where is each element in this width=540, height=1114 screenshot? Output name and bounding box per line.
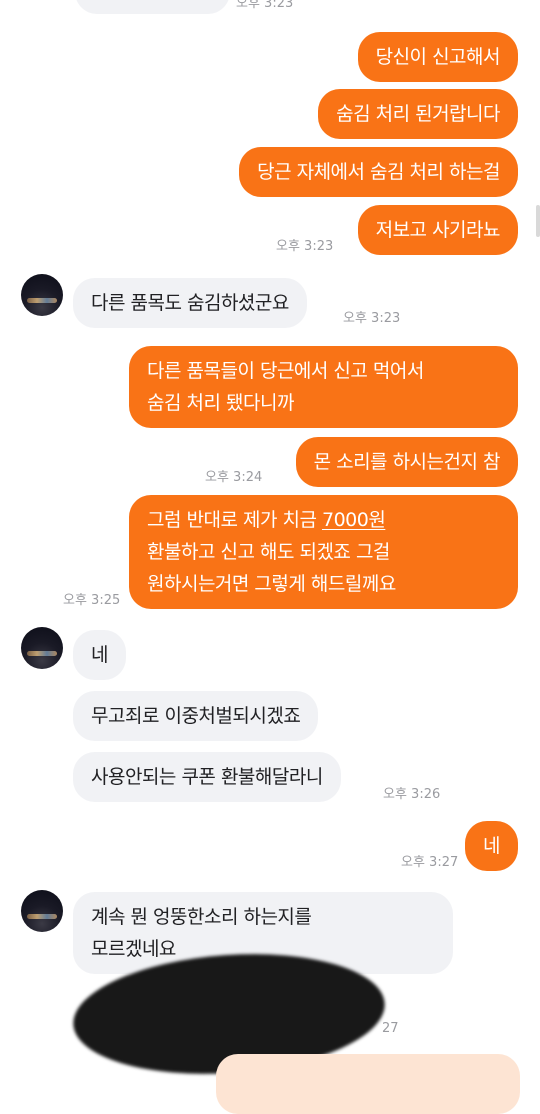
message-time: 오후 3:27 (401, 855, 459, 870)
message-bubble-outgoing-partial (216, 1054, 520, 1114)
avatar[interactable] (21, 890, 63, 932)
message-bubble-incoming: 무고죄로 이중처벌되시겠죠 (73, 691, 319, 741)
message-bubble-outgoing: 당신이 신고해서 (357, 32, 518, 82)
message-bubble-outgoing: 숨김 처리 된거랍니다 (318, 89, 518, 139)
message-text-line: 숨김 처리 됐다니까 (147, 392, 294, 414)
message-bubble-incoming: 다른 품목도 숨김하셨군요 (73, 278, 307, 328)
message-text-line: 환불하고 신고 해도 되겠죠 그걸 (147, 541, 390, 563)
message-bubble-outgoing: 그럼 반대로 제가 치금 7000원 환불하고 신고 해도 되겠죠 그걸 원하시… (129, 495, 518, 609)
message-bubble-incoming-partial (75, 0, 230, 14)
message-time: 오후 3:23 (236, 0, 294, 11)
message-bubble-incoming: 네 (73, 630, 126, 680)
avatar[interactable] (21, 627, 63, 669)
message-time: 오후 3:24 (205, 470, 263, 485)
message-bubble-outgoing: 몬 소리를 하시는건지 참 (295, 437, 518, 487)
message-bubble-outgoing: 다른 품목들이 당근에서 신고 먹어서 숨김 처리 됐다니까 (129, 346, 518, 428)
avatar[interactable] (21, 274, 63, 316)
message-bubble-outgoing: 네 (465, 821, 518, 871)
message-text-line: 다른 품목들이 당근에서 신고 먹어서 (147, 360, 424, 382)
message-bubble-outgoing: 당근 자체에서 숨김 처리 하는걸 (239, 147, 518, 197)
message-time: 오후 3:23 (343, 311, 401, 326)
message-time: 27 (382, 1021, 399, 1036)
message-time: 오후 3:26 (383, 787, 441, 802)
amount-text: 7000원 (321, 509, 386, 531)
message-text-line: 그럼 반대로 제가 치금 7000원 (147, 509, 386, 531)
message-text-line: 원하시는거면 그렇게 해드릴께요 (147, 573, 396, 595)
message-time: 오후 3:23 (276, 239, 334, 254)
message-text-line: 계속 뭔 엉뚱한소리 하는지를 (91, 906, 312, 928)
message-bubble-incoming: 사용안되는 쿠폰 환불해달라니 (73, 752, 341, 802)
message-time: 오후 3:25 (63, 593, 121, 608)
scrollbar-thumb[interactable] (536, 205, 540, 237)
message-bubble-outgoing: 저보고 사기라뇨 (357, 205, 518, 255)
